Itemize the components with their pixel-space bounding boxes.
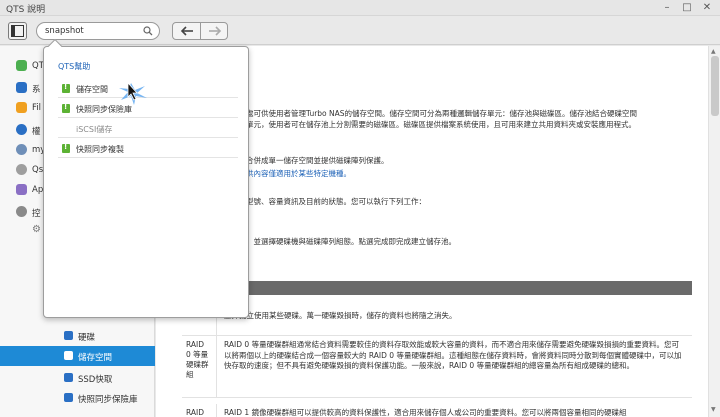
gear-icon: ⚙ xyxy=(32,224,41,235)
sidebar-subitem-storage-space[interactable]: 儲存空間 xyxy=(0,346,155,366)
vault-icon xyxy=(64,393,73,402)
sidebar-subitem-ssd-cache[interactable]: SSD快取 xyxy=(0,368,155,388)
table-divider xyxy=(216,336,217,397)
apps-icon xyxy=(16,184,27,195)
table-cell-desc: 選擇獨立使用某些硬碟。萬一硬碟毀損時，儲存的資料也將隨之消失。 xyxy=(224,311,457,320)
sidebar-item-label: Qs xyxy=(32,165,44,175)
search-result-label: 快照同步複製 xyxy=(76,145,124,154)
content-paragraph: 單元，使用者可在儲存池上分割需要的磁碟區。磁碟區提供檔案系統使用，且可用來建立共… xyxy=(246,120,636,129)
search-result-label: 儲存空間 xyxy=(76,85,108,94)
sidebar-subitem-label: 儲存空間 xyxy=(78,353,113,363)
table-cell-desc: RAID 1 鏡像硬碟群組可以提供較高的資料保護性，適合用來儲存個人或公司的重要… xyxy=(224,408,627,417)
gear-icon xyxy=(16,206,27,217)
back-button[interactable] xyxy=(173,23,201,39)
search-input[interactable] xyxy=(45,25,137,37)
sidebar-item-label: 系 xyxy=(32,85,41,95)
sidebar-subitem-disks[interactable]: 硬碟 xyxy=(0,326,155,346)
search-icon[interactable] xyxy=(143,26,153,36)
table-row: RAID 1 鏡 RAID 1 鏡像硬碟群組可以提供較高的資料保護性，適合用來儲… xyxy=(182,404,692,417)
sidebar-toggle-icon xyxy=(11,25,24,37)
content-paragraph: 型號、容量資訊及目前的狀態。您可以執行下列工作： xyxy=(246,197,426,206)
scroll-down-icon[interactable]: ▼ xyxy=(711,406,716,413)
help-topic-icon xyxy=(62,83,70,93)
ssd-icon xyxy=(64,373,73,382)
cloud-icon xyxy=(16,144,27,155)
maximize-button[interactable]: □ xyxy=(680,1,694,15)
content-paragraph: ，並選擇硬碟機與磁碟陣列組態。點選完成即完成建立儲存池。 xyxy=(246,237,456,246)
sidebar-subitem-label: 硬碟 xyxy=(78,333,96,343)
storage-icon xyxy=(64,351,73,360)
table-row: RAID 0 等量硬碟群組 RAID 0 等量硬碟群組通常結合資料需要較佳的資料… xyxy=(182,336,692,398)
sidebar-item-label: Fil xyxy=(32,103,41,113)
window-titlebar: QTS 說明 – □ ✕ xyxy=(0,0,720,16)
search-result-snapshot-replica[interactable]: 快照同步複製 xyxy=(58,140,238,158)
qts-icon xyxy=(16,60,27,71)
history-nav xyxy=(172,22,228,40)
folder-icon xyxy=(16,102,27,113)
sidebar-toggle-button[interactable] xyxy=(8,22,27,40)
mouse-cursor-icon xyxy=(119,81,147,105)
table-cell-type: RAID 1 鏡 xyxy=(186,408,205,417)
table-divider xyxy=(216,404,217,417)
popup-header: QTS幫助 xyxy=(58,62,91,71)
sidebar-subitem-label: 快照同步保險庫 xyxy=(78,395,138,405)
search-result-label: iSCSI儲存 xyxy=(76,125,113,134)
help-topic-icon xyxy=(62,103,70,113)
table-cell-desc: RAID 0 等量硬碟群組通常結合資料需要較佳的資料存取效能或較大容量的資料，而… xyxy=(224,340,682,370)
table-cell-type: RAID 0 等量硬碟群組 xyxy=(186,340,209,379)
window-title: QTS 說明 xyxy=(6,5,46,15)
sync-icon xyxy=(16,164,27,175)
table-header xyxy=(182,281,692,295)
forward-button[interactable] xyxy=(201,23,229,39)
help-topic-icon xyxy=(62,143,70,153)
scroll-up-icon[interactable]: ▲ xyxy=(711,48,716,55)
user-icon xyxy=(16,124,27,135)
sidebar-subitem-label: SSD快取 xyxy=(78,375,113,385)
sidebar-item-label: 控 xyxy=(32,209,41,219)
sidebar-item-label: 權 xyxy=(32,127,41,137)
close-button[interactable]: ✕ xyxy=(700,1,714,15)
content-link[interactable]: 供內容僅適用於某些特定機種。 xyxy=(246,169,351,179)
table-row: 碟 選擇獨立使用某些硬碟。萬一硬碟毀損時，儲存的資料也將隨之消失。 xyxy=(182,298,692,336)
disk-icon xyxy=(64,331,73,340)
sidebar-item-label: Ap xyxy=(32,185,44,195)
sidebar-subitem-snapshot-vault[interactable]: 快照同步保險庫 xyxy=(0,388,155,408)
system-icon xyxy=(16,82,27,93)
scrollbar-thumb[interactable] xyxy=(711,56,719,116)
minimize-button[interactable]: – xyxy=(660,1,674,15)
content-paragraph: 合併成單一儲存空間並提供磁碟陣列保護。 xyxy=(246,156,389,165)
toolbar xyxy=(0,17,720,45)
arrow-left-icon xyxy=(180,26,193,36)
search-box[interactable] xyxy=(36,22,160,40)
search-result-iscsi-storage[interactable]: iSCSI儲存 xyxy=(58,120,238,138)
content-paragraph: 處可供使用者管理Turbo NAS的儲存空間。儲存空間可分為兩種邏輯儲存單元：儲… xyxy=(246,109,638,118)
vertical-scrollbar[interactable]: ▲ ▼ xyxy=(708,46,720,417)
arrow-right-icon xyxy=(209,26,222,36)
